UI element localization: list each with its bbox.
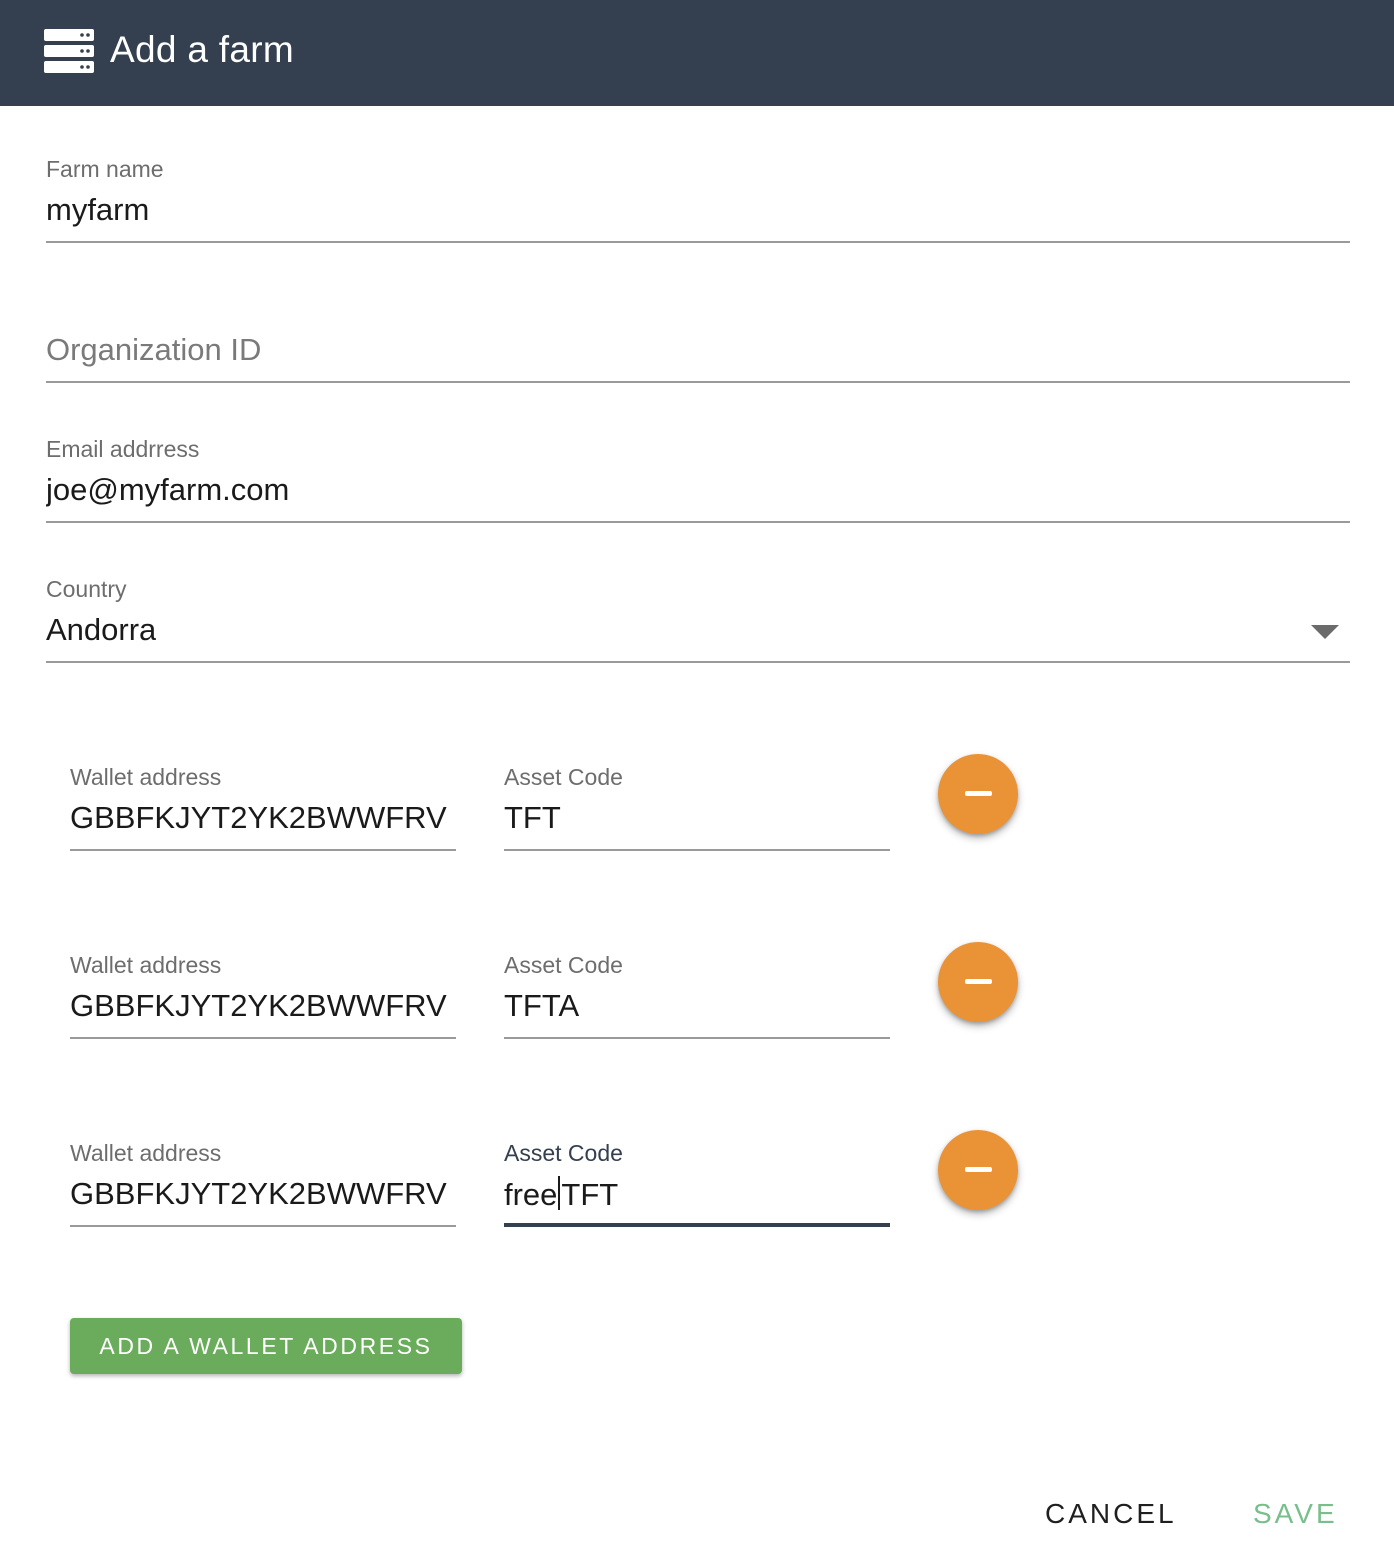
asset-code-input[interactable]: TFTA bbox=[504, 988, 890, 1024]
email-field[interactable]: Email addrress joe@myfarm.com bbox=[46, 430, 1350, 524]
wallet-address-label: Wallet address bbox=[70, 764, 222, 790]
dialog-header: Add a farm bbox=[0, 0, 1394, 106]
asset-code-field-focused[interactable]: Asset Code free TFT bbox=[504, 1134, 890, 1228]
asset-code-underline-focused bbox=[504, 1223, 890, 1227]
farm-name-field[interactable]: Farm name myfarm bbox=[46, 150, 1350, 244]
remove-wallet-button[interactable] bbox=[938, 754, 1018, 834]
remove-wallet-button[interactable] bbox=[938, 1130, 1018, 1210]
wallet-address-underline bbox=[70, 849, 456, 851]
wallet-address-input[interactable]: GBBFKJYT2YK2BWWFRV bbox=[70, 1176, 456, 1212]
wallet-address-underline bbox=[70, 1225, 456, 1227]
wallet-address-input[interactable]: GBBFKJYT2YK2BWWFRV bbox=[70, 988, 456, 1024]
asset-code-field[interactable]: Asset Code TFTA bbox=[504, 946, 890, 1040]
asset-code-label: Asset Code bbox=[504, 952, 623, 978]
dialog-title: Add a farm bbox=[110, 29, 294, 70]
minus-icon bbox=[965, 791, 992, 796]
farm-name-input[interactable]: myfarm bbox=[46, 192, 1350, 228]
cancel-button[interactable]: CANCEL bbox=[1045, 1494, 1177, 1534]
organization-id-underline bbox=[46, 381, 1350, 383]
asset-code-underline bbox=[504, 849, 890, 851]
farm-name-underline bbox=[46, 241, 1350, 243]
farm-name-label: Farm name bbox=[46, 156, 164, 182]
asset-code-label: Asset Code bbox=[504, 1140, 623, 1166]
add-wallet-address-button[interactable]: ADD A WALLET ADDRESS bbox=[70, 1318, 462, 1374]
asset-code-input[interactable]: TFT bbox=[504, 800, 890, 836]
remove-wallet-button[interactable] bbox=[938, 942, 1018, 1022]
asset-code-text-after-caret: TFT bbox=[561, 1177, 619, 1212]
asset-code-text-before-caret: free bbox=[504, 1177, 558, 1212]
email-underline bbox=[46, 521, 1350, 523]
organization-id-field[interactable]: Organization ID bbox=[46, 320, 1350, 384]
country-select[interactable]: Country Andorra bbox=[46, 570, 1350, 664]
wallet-address-field[interactable]: Wallet address GBBFKJYT2YK2BWWFRV bbox=[70, 758, 456, 852]
asset-code-field[interactable]: Asset Code TFT bbox=[504, 758, 890, 852]
server-icon bbox=[44, 29, 94, 73]
asset-code-label: Asset Code bbox=[504, 764, 623, 790]
wallet-address-input[interactable]: GBBFKJYT2YK2BWWFRV bbox=[70, 800, 456, 836]
country-label: Country bbox=[46, 576, 127, 602]
country-underline bbox=[46, 661, 1350, 663]
minus-icon bbox=[965, 979, 992, 984]
wallet-address-label: Wallet address bbox=[70, 952, 222, 978]
minus-icon bbox=[965, 1167, 992, 1172]
wallet-address-label: Wallet address bbox=[70, 1140, 222, 1166]
save-button[interactable]: SAVE bbox=[1253, 1494, 1338, 1534]
asset-code-input[interactable]: free TFT bbox=[504, 1176, 890, 1213]
asset-code-underline bbox=[504, 1037, 890, 1039]
email-label: Email addrress bbox=[46, 436, 200, 462]
wallet-address-underline bbox=[70, 1037, 456, 1039]
organization-id-input[interactable]: Organization ID bbox=[46, 332, 261, 368]
country-value: Andorra bbox=[46, 612, 157, 647]
wallet-address-field[interactable]: Wallet address GBBFKJYT2YK2BWWFRV bbox=[70, 946, 456, 1040]
dropdown-arrow-icon[interactable] bbox=[1311, 625, 1339, 639]
email-input[interactable]: joe@myfarm.com bbox=[46, 472, 1350, 508]
wallet-address-field[interactable]: Wallet address GBBFKJYT2YK2BWWFRV bbox=[70, 1134, 456, 1228]
